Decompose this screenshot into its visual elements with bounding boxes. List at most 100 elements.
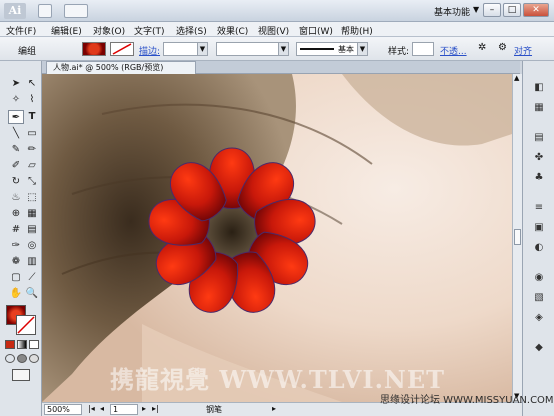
last-page-icon[interactable]: ▸| (152, 404, 159, 413)
arrange-documents-icon[interactable] (64, 4, 88, 18)
screen-mode-icon[interactable] (12, 369, 30, 381)
current-tool-label: 钢笔 (206, 405, 222, 414)
document-tab[interactable]: 人物.ai* @ 500% (RGB/预览) (46, 61, 196, 74)
menu-view[interactable]: 视图(V) (258, 24, 289, 37)
free-transform-tool-icon[interactable]: ⬚ (24, 191, 40, 205)
blob-brush-tool-icon[interactable]: ✐ (8, 159, 24, 173)
swatches-icon[interactable]: ▤ (531, 131, 547, 145)
bridge-icon[interactable] (38, 4, 52, 18)
zoom-tool-icon[interactable]: 🔍 (24, 287, 40, 301)
eyedropper-tool-icon[interactable]: ✑ (8, 239, 24, 253)
forum-watermark: 思缘设计论坛 WWW.MISSYUAN.COM (380, 395, 554, 406)
draw-normal-icon[interactable] (5, 354, 15, 363)
vertical-scrollbar[interactable]: ▲ ▼ (512, 74, 522, 402)
shape-builder-tool-icon[interactable]: ⊕ (8, 207, 24, 221)
opacity-link[interactable]: 不透... (440, 44, 467, 57)
color-panel-icon[interactable]: ◧ (531, 81, 547, 95)
selection-type-label: 编组 (18, 47, 37, 57)
stroke-panel-icon[interactable]: ≡ (531, 201, 547, 215)
menu-help[interactable]: 帮助(H) (341, 24, 373, 37)
appearance-icon[interactable]: ◉ (531, 271, 547, 285)
none-mode-icon[interactable] (29, 340, 39, 349)
perspective-grid-tool-icon[interactable]: ▦ (24, 207, 40, 221)
rotate-tool-icon[interactable]: ↻ (8, 175, 24, 189)
chevron-down-icon[interactable]: ▼ (473, 5, 479, 14)
gradient-mode-icon[interactable] (17, 340, 27, 349)
workspace-switcher[interactable]: 基本功能 (434, 5, 470, 18)
first-page-icon[interactable]: |◂ (88, 404, 95, 413)
status-menu-icon[interactable]: ▸ (272, 404, 276, 413)
brushes-icon[interactable]: ✤ (531, 151, 547, 165)
scroll-up-icon[interactable]: ▲ (514, 74, 519, 82)
mesh-tool-icon[interactable]: # (8, 223, 24, 237)
lasso-tool-icon[interactable]: ⌇ (24, 93, 40, 107)
prev-page-icon[interactable]: ◂ (100, 404, 104, 413)
stroke-label[interactable]: 描边: (139, 44, 160, 57)
magic-wand-tool-icon[interactable]: ✧ (8, 93, 24, 107)
graphic-style-select[interactable] (412, 42, 434, 56)
eraser-tool-icon[interactable]: ▱ (24, 159, 40, 173)
stack-icon[interactable]: ◆ (531, 341, 547, 355)
menu-file[interactable]: 文件(F) (6, 24, 36, 37)
menu-effect[interactable]: 效果(C) (217, 24, 248, 37)
gradient-panel-icon[interactable]: ▣ (531, 221, 547, 235)
no-stroke-icon (17, 316, 35, 334)
minimize-button[interactable]: – (483, 3, 501, 17)
stroke-swatch[interactable] (110, 42, 134, 56)
stroke-color-box[interactable] (16, 315, 36, 335)
app-logo: Ai (4, 3, 26, 19)
blend-tool-icon[interactable]: ◎ (24, 239, 40, 253)
stroke-weight-input[interactable]: ▼ (163, 42, 208, 56)
chevron-down-icon[interactable]: ▼ (278, 43, 288, 55)
gradient-tool-icon[interactable]: ▤ (24, 223, 40, 237)
transparency-icon[interactable]: ◐ (531, 241, 547, 255)
maximize-button[interactable]: □ (503, 3, 521, 17)
control-bar: 编组 描边: ▼ ▼ 基本 ▼ 样式: 不透... ✲ ⚙ 对齐 (0, 37, 554, 61)
close-button[interactable]: ✕ (523, 3, 549, 17)
scale-tool-icon[interactable]: ⤡ (24, 175, 40, 189)
scrollbar-thumb[interactable] (514, 229, 521, 245)
rectangle-tool-icon[interactable]: ▭ (24, 127, 40, 141)
next-page-icon[interactable]: ▸ (142, 404, 146, 413)
warp-tool-icon[interactable]: ♨ (8, 191, 24, 205)
direct-selection-tool-icon[interactable]: ↖ (24, 77, 40, 91)
page-number[interactable]: 1 (110, 404, 138, 415)
recolor-icon[interactable]: ✲ (478, 42, 486, 53)
graphic-styles-icon[interactable]: ▧ (531, 291, 547, 305)
zoom-level[interactable]: 500% (44, 404, 82, 415)
pencil-tool-icon[interactable]: ✏ (24, 143, 40, 157)
chevron-down-icon[interactable]: ▼ (197, 43, 207, 55)
brush-select[interactable]: 基本 ▼ (296, 42, 368, 56)
column-graph-tool-icon[interactable]: ▥ (24, 255, 40, 269)
paintbrush-tool-icon[interactable]: ✎ (8, 143, 24, 157)
menu-select[interactable]: 选择(S) (176, 24, 207, 37)
watermark-logo: 携龍視覺 WWW.TLVI.NET (110, 365, 446, 394)
artboard-canvas[interactable]: 携龍視覺 WWW.TLVI.NET (42, 74, 512, 402)
layers-icon[interactable]: ◈ (531, 311, 547, 325)
symbols-icon[interactable]: ♣ (531, 171, 547, 185)
draw-inside-icon[interactable] (29, 354, 39, 363)
align-link[interactable]: 对齐 (514, 44, 532, 57)
line-tool-icon[interactable]: ╲ (8, 127, 24, 141)
menu-bar: 文件(F) 编辑(E) 对象(O) 文字(T) 选择(S) 效果(C) 视图(V… (0, 22, 554, 37)
menu-edit[interactable]: 编辑(E) (51, 24, 82, 37)
color-mode-icon[interactable] (5, 340, 15, 349)
draw-behind-icon[interactable] (17, 354, 27, 363)
style-label: 样式: (388, 47, 410, 57)
slice-tool-icon[interactable]: ⟋ (24, 271, 40, 285)
menu-type[interactable]: 文字(T) (134, 24, 165, 37)
fill-swatch[interactable] (82, 42, 106, 56)
color-guide-icon[interactable]: ▦ (531, 101, 547, 115)
gear-icon[interactable]: ⚙ (498, 42, 507, 53)
variable-width-select[interactable]: ▼ (216, 42, 289, 56)
selection-tool-icon[interactable]: ➤ (8, 77, 24, 91)
hand-tool-icon[interactable]: ✋ (8, 287, 24, 301)
symbol-sprayer-tool-icon[interactable]: ❁ (8, 255, 24, 269)
menu-object[interactable]: 对象(O) (93, 24, 125, 37)
artboard-tool-icon[interactable]: ▢ (8, 271, 24, 285)
illustration (42, 74, 512, 402)
menu-window[interactable]: 窗口(W) (299, 24, 333, 37)
chevron-down-icon[interactable]: ▼ (357, 43, 367, 55)
type-tool-icon[interactable]: T (24, 110, 40, 124)
pen-tool-icon[interactable]: ✒ (8, 110, 24, 124)
